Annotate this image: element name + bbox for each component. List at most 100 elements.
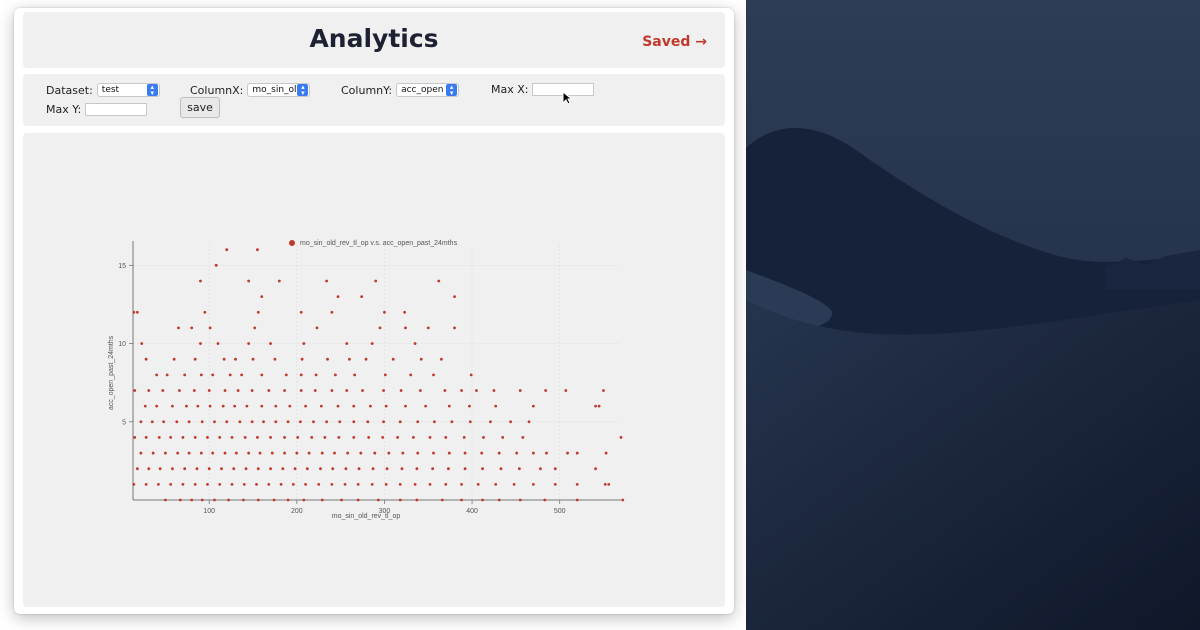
data-point (296, 436, 300, 439)
data-point (139, 451, 143, 455)
data-point (460, 498, 463, 502)
data-point (499, 467, 503, 471)
data-point (325, 420, 329, 424)
data-point (418, 389, 422, 392)
data-point (320, 498, 324, 502)
data-point (256, 467, 260, 471)
data-point (262, 420, 265, 424)
saved-link[interactable]: Saved → (642, 34, 707, 50)
data-point (244, 467, 248, 471)
data-point (607, 482, 611, 486)
y-tick-label: 15 (118, 263, 126, 270)
data-point (357, 467, 361, 471)
data-point (432, 373, 435, 377)
data-point (553, 467, 557, 471)
dataset-control: Dataset: test ▴ ▾ (46, 83, 160, 97)
data-point (323, 436, 327, 439)
data-point (206, 436, 209, 439)
data-point (346, 451, 350, 455)
data-point (199, 342, 202, 345)
data-point (187, 451, 191, 455)
data-point (543, 498, 547, 502)
data-point (401, 451, 405, 455)
data-point (283, 451, 286, 455)
data-point (196, 404, 200, 408)
data-point (400, 467, 404, 471)
x-axis-label: mo_sin_old_rev_tl_op (332, 513, 401, 520)
data-point (330, 310, 334, 314)
data-point (370, 482, 374, 486)
data-point (164, 498, 167, 502)
data-point (531, 404, 535, 408)
select-arrows-icon: ▴ ▾ (297, 84, 309, 96)
chart-labels: mo_sin_old_rev_tl_op v.s. acc_open_past_… (108, 240, 458, 520)
data-point (521, 436, 525, 439)
data-point (382, 420, 385, 424)
data-point (251, 357, 255, 361)
data-point (337, 436, 341, 439)
columny-control: ColumnY: acc_open ▴ ▾ (341, 83, 460, 97)
data-point (353, 373, 357, 377)
data-point (361, 389, 364, 392)
data-point (250, 389, 254, 392)
data-point (431, 467, 435, 471)
data-point (214, 263, 218, 267)
data-point (176, 451, 180, 455)
data-point (234, 357, 237, 361)
data-point (269, 436, 272, 439)
data-point (178, 389, 181, 392)
mouse-cursor-icon (562, 91, 572, 105)
data-point (273, 357, 277, 361)
data-point (155, 373, 159, 377)
data-point (604, 451, 608, 455)
data-point (304, 482, 307, 486)
data-point (175, 420, 179, 424)
data-point (230, 482, 234, 486)
data-point (250, 420, 254, 424)
data-point (144, 482, 148, 486)
columnx-select[interactable]: mo_sin_ol ▴ ▾ (247, 83, 311, 97)
data-point (359, 451, 363, 455)
data-point (419, 357, 423, 361)
data-point (314, 373, 318, 377)
maxy-input[interactable] (85, 103, 148, 116)
data-point (281, 467, 285, 471)
dataset-select[interactable]: test ▴ ▾ (96, 83, 160, 97)
data-point (256, 248, 259, 252)
data-point (432, 451, 435, 455)
data-point (340, 498, 343, 502)
data-point (426, 326, 430, 330)
data-point (489, 420, 492, 424)
data-point (286, 420, 290, 424)
data-point (171, 404, 174, 408)
data-point (378, 326, 382, 330)
data-point (211, 373, 215, 377)
x-tick-label: 100 (203, 508, 215, 515)
data-point (597, 404, 601, 408)
data-point (602, 389, 605, 392)
columnx-control: ColumnX: mo_sin_ol ▴ ▾ (190, 83, 311, 97)
data-point (225, 248, 229, 252)
columny-label: ColumnY: (341, 83, 393, 97)
columny-select[interactable]: acc_open ▴ ▾ (396, 83, 460, 97)
data-point (190, 498, 194, 502)
save-button[interactable]: save (180, 97, 220, 118)
data-point (144, 357, 148, 361)
data-point (150, 420, 154, 424)
dataset-label: Dataset: (46, 83, 93, 97)
data-point (424, 404, 428, 408)
data-point (447, 451, 451, 455)
data-point (564, 389, 568, 392)
data-point (253, 326, 257, 330)
data-point (307, 451, 311, 455)
data-point (155, 404, 159, 408)
columnx-select-value: mo_sin_ol (252, 85, 297, 95)
data-point (376, 498, 380, 502)
data-point (352, 436, 356, 439)
data-point (325, 279, 329, 283)
data-point (356, 498, 360, 502)
data-point (223, 389, 227, 392)
data-point (177, 326, 180, 330)
data-point (165, 373, 169, 377)
data-point (317, 482, 321, 486)
